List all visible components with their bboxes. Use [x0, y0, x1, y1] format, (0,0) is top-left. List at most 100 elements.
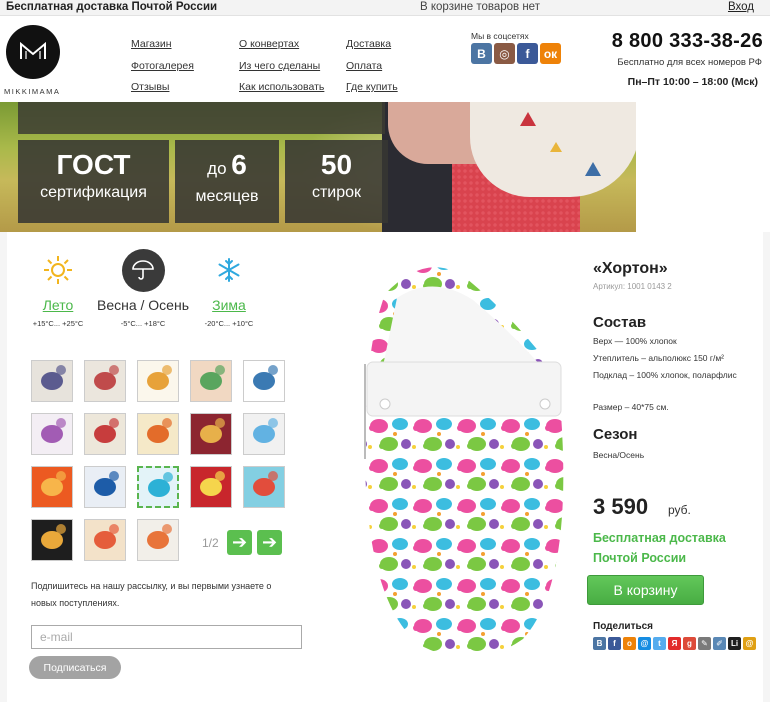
- subscribe-button[interactable]: Подписаться: [29, 656, 121, 679]
- logo-m-icon: [20, 42, 46, 59]
- instagram-icon[interactable]: ◎: [494, 43, 515, 64]
- product-image[interactable]: [323, 254, 589, 660]
- thumb-bib-dots[interactable]: [137, 360, 179, 402]
- composition-top: Верх — 100% хлопок: [593, 336, 677, 346]
- nav-where-to-buy[interactable]: Где купить: [346, 77, 398, 99]
- site-header: MIKKIMAMA Магазин Фотогалерея Отзывы О к…: [0, 17, 770, 102]
- arrow-left-icon: ➔: [231, 532, 248, 552]
- product-sku: Артикул: 1001 0143 2: [593, 282, 672, 291]
- cart-status[interactable]: В корзине товаров нет: [420, 0, 540, 14]
- season-summer[interactable]: Лето +15°C... +25°C: [13, 248, 103, 328]
- share-odnoklassniki-icon[interactable]: o: [623, 637, 636, 650]
- nav-shop[interactable]: Магазин: [131, 34, 194, 56]
- feature-months-value: 6: [231, 149, 247, 180]
- share-linkedin-icon[interactable]: Li: [728, 637, 741, 650]
- thumb-elephant-selected[interactable]: [137, 466, 179, 508]
- feature-washes: 50 стирок: [285, 140, 388, 223]
- nav-gallery[interactable]: Фотогалерея: [131, 56, 194, 78]
- feature-washes-label: стирок: [311, 184, 362, 201]
- composition-lining: Подклад – 100% хлопок, поларфлис: [593, 370, 737, 380]
- logo[interactable]: [6, 25, 60, 79]
- shipping-info: Бесплатная доставка Почтой России: [593, 528, 726, 568]
- thumb-grey-dots[interactable]: [84, 360, 126, 402]
- facebook-icon[interactable]: f: [517, 43, 538, 64]
- feature-gost-label: сертификация: [40, 184, 147, 201]
- feature-months: до 6 месяцев: [175, 140, 279, 223]
- nav-column-delivery: Доставка Оплата Где купить: [346, 34, 398, 99]
- share-email-icon[interactable]: @: [743, 637, 756, 650]
- share-twitter-icon[interactable]: t: [653, 637, 666, 650]
- thumbnail-pager: 1/2: [202, 536, 219, 550]
- hero-banner: ГОСТ сертификация до 6 месяцев 50 стирок: [0, 102, 770, 232]
- thumb-blue-owls[interactable]: [243, 360, 285, 402]
- nav-reviews[interactable]: Отзывы: [131, 77, 194, 99]
- thumb-rainbow-pattern[interactable]: [190, 360, 232, 402]
- umbrella-icon: [121, 248, 165, 292]
- thumb-grey-elephants[interactable]: [31, 360, 73, 402]
- feature-months-label: месяцев: [195, 188, 259, 205]
- nav-materials[interactable]: Из чего сделаны: [239, 56, 324, 78]
- share-livejournal-icon[interactable]: ✐: [713, 637, 726, 650]
- season-winter[interactable]: Зима -20°C... +10°C: [184, 248, 274, 328]
- season-heading: Сезон: [593, 426, 638, 443]
- thumb-orange-bird[interactable]: [137, 413, 179, 455]
- nav-payment[interactable]: Оплата: [346, 56, 398, 78]
- nav-how-to-use[interactable]: Как использовать: [239, 77, 324, 99]
- thumb-black-boats[interactable]: [31, 519, 73, 561]
- thumb-robots[interactable]: [243, 413, 285, 455]
- prev-arrow-button[interactable]: ➔: [227, 530, 252, 555]
- season-winter-label[interactable]: Зима: [184, 297, 274, 313]
- share-vk-icon[interactable]: B: [593, 637, 606, 650]
- share-yandex-icon[interactable]: Я: [668, 637, 681, 650]
- odnoklassniki-icon[interactable]: ок: [540, 43, 561, 64]
- thumb-pirate-ship[interactable]: [243, 466, 285, 508]
- social-label: Мы в соцсетях: [471, 31, 529, 41]
- share-blogger-icon[interactable]: ✎: [698, 637, 711, 650]
- vk-icon[interactable]: B: [471, 43, 492, 64]
- social-links: B ◎ f ок: [471, 43, 561, 64]
- season-spring-autumn[interactable]: Весна / Осень -5°C... +18°C: [95, 248, 191, 328]
- thumb-orange-dots[interactable]: [31, 466, 73, 508]
- nav-delivery[interactable]: Доставка: [346, 34, 398, 56]
- newsletter-text: Подпишитесь на нашу рассылку, и вы первы…: [31, 581, 272, 608]
- add-to-cart-button[interactable]: В корзину: [587, 575, 704, 605]
- sun-icon: [13, 248, 103, 292]
- product-season: Весна/Осень: [593, 450, 645, 460]
- product-content: Лето +15°C... +25°C Весна / Осень -5°C..…: [7, 232, 763, 702]
- snowflake-icon: [184, 248, 274, 292]
- feature-gost: ГОСТ сертификация: [18, 140, 169, 223]
- shipping-line-1: Бесплатная доставка: [593, 531, 726, 545]
- working-hours: Пн–Пт 10:00 – 18:00 (Мск): [627, 76, 758, 88]
- season-summer-temp: +15°C... +25°C: [32, 319, 84, 328]
- thumb-red-birds[interactable]: [190, 466, 232, 508]
- price-currency: руб.: [668, 503, 691, 517]
- hero-caption-box: [18, 102, 385, 134]
- share-google-icon[interactable]: g: [683, 637, 696, 650]
- thumb-scooter[interactable]: [84, 413, 126, 455]
- phone-note: Бесплатно для всех номеров РФ: [617, 57, 762, 68]
- product-price: 3 590: [593, 494, 649, 519]
- product-title: «Хортон»: [593, 260, 668, 277]
- logo-text: MIKKIMAMA: [4, 87, 61, 96]
- phone-number[interactable]: 8 800 333-38-26: [612, 30, 763, 53]
- login-link[interactable]: Вход: [728, 0, 754, 14]
- email-field[interactable]: [31, 625, 302, 649]
- share-mailru-icon[interactable]: @: [638, 637, 651, 650]
- nav-about[interactable]: О конвертах: [239, 34, 324, 56]
- next-arrow-button[interactable]: ➔: [257, 530, 282, 555]
- thumb-purple-owl[interactable]: [31, 413, 73, 455]
- nav-column-shop: Магазин Фотогалерея Отзывы: [131, 34, 194, 99]
- shipping-line-2: Почтой России: [593, 551, 687, 565]
- composition-heading: Состав: [593, 314, 647, 331]
- share-facebook-icon[interactable]: f: [608, 637, 621, 650]
- thumb-blue-triangles[interactable]: [84, 466, 126, 508]
- season-spring-autumn-label: Весна / Осень: [96, 297, 189, 313]
- season-summer-label[interactable]: Лето: [13, 297, 103, 313]
- thumb-lion[interactable]: [84, 519, 126, 561]
- thumb-deer-red[interactable]: [190, 413, 232, 455]
- share-buttons: Bf o @ t Яg ✎ ✐ Li @: [593, 637, 756, 650]
- feature-gost-value: ГОСТ: [56, 149, 131, 180]
- thumb-fox[interactable]: [137, 519, 179, 561]
- feature-washes-value: 50: [320, 149, 353, 180]
- season-spring-autumn-temp: -5°C... +18°C: [120, 319, 166, 328]
